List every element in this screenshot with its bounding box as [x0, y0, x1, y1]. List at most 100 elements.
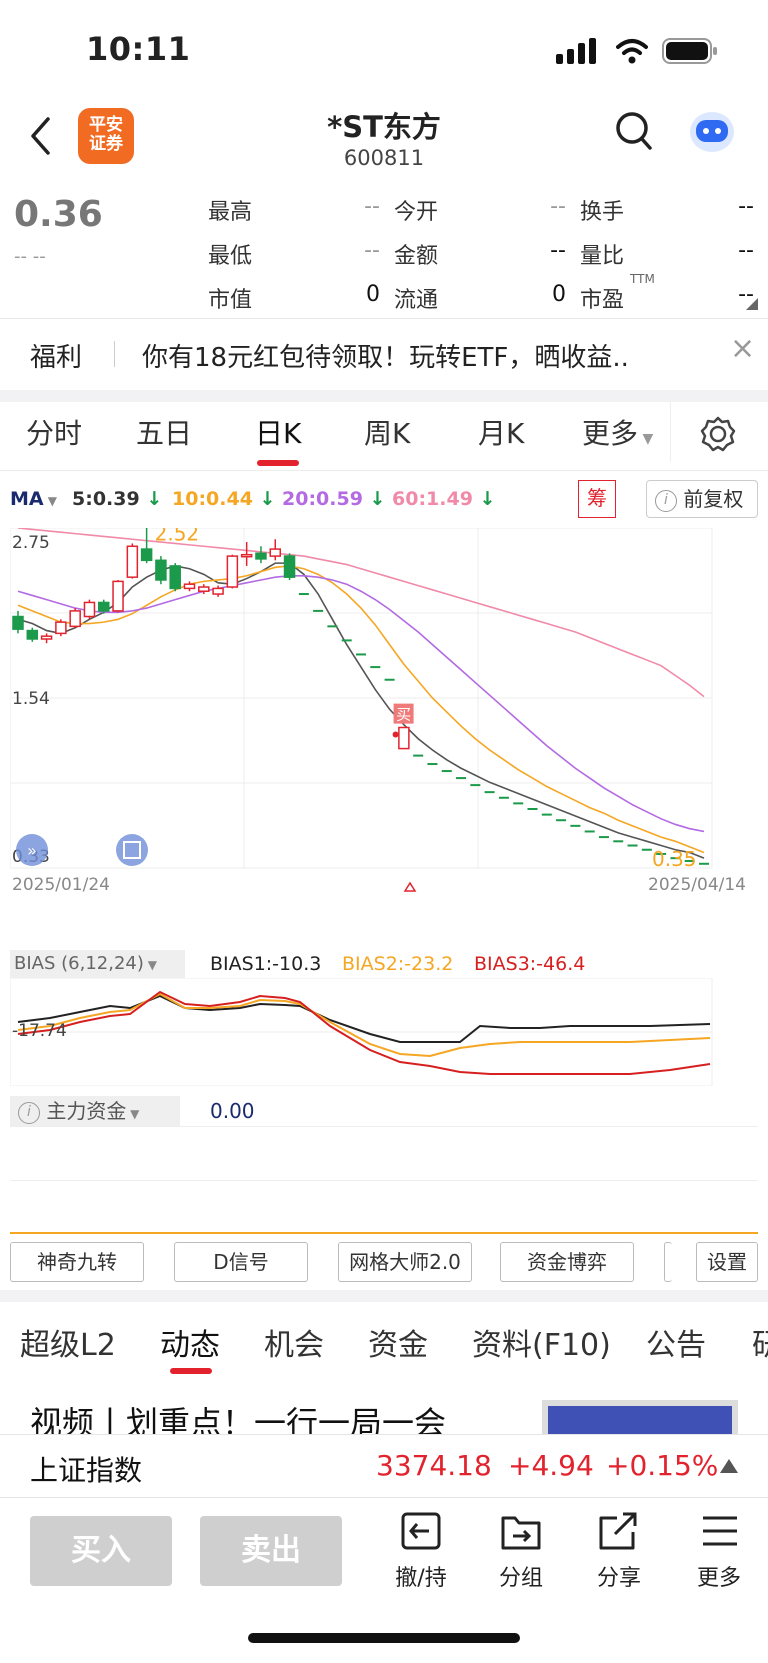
x-end-label: 2025/04/14 — [648, 875, 746, 895]
section-gap — [0, 1290, 768, 1302]
tab-monthly-k[interactable]: 月K — [478, 412, 524, 452]
bias-tick-label: -17.74 — [12, 1021, 67, 1041]
ma60-value: 60:1.49 ↓ — [392, 488, 496, 510]
bias-chart[interactable]: -17.74 — [10, 978, 758, 1086]
candle-body — [212, 587, 224, 595]
tab-more[interactable]: 更多 ▼ — [582, 412, 653, 452]
bias3-value: BIAS3:-46.4 — [474, 953, 586, 975]
dropdown-triangle-icon: ▼ — [126, 1107, 140, 1121]
robot-assistant-icon[interactable] — [688, 108, 736, 154]
status-time: 10:11 — [86, 30, 191, 68]
index-value: 3374.18 — [376, 1449, 492, 1482]
chip-distribution-button[interactable]: 筹 — [578, 480, 616, 518]
more-button[interactable]: 更多 — [684, 1512, 754, 1592]
wifi-icon — [616, 39, 648, 64]
battery-icon — [662, 38, 717, 64]
main-fund-selector[interactable]: i 主力资金 ▼ — [10, 1096, 180, 1126]
tab-five-day[interactable]: 五日 — [136, 412, 192, 452]
tab-daily-k[interactable]: 日K — [255, 412, 301, 452]
candle-body — [283, 555, 296, 578]
price-change: -- -- — [14, 246, 46, 267]
tool-magic-nine[interactable]: 神奇九转 — [10, 1242, 144, 1282]
home-indicator — [248, 1633, 520, 1643]
search-icon[interactable] — [614, 110, 654, 154]
tab-announcements[interactable]: 公告 — [646, 1320, 706, 1364]
ma-selector[interactable]: MA ▼ — [10, 488, 57, 510]
pe-ttm-sup: TTM — [630, 272, 655, 286]
menu-icon — [703, 1516, 737, 1546]
buy-button[interactable]: 买入 — [30, 1516, 172, 1586]
candle-body — [169, 565, 181, 590]
tool-settings[interactable]: 设置 — [696, 1242, 758, 1282]
high-price-label: 2.52 — [155, 528, 200, 546]
amount-value: -- — [550, 238, 566, 263]
tab-separator — [0, 470, 768, 471]
tab-intraday[interactable]: 分时 — [26, 412, 82, 452]
withdraw-hold-button[interactable]: 撤/持 — [386, 1512, 456, 1592]
tab-f10[interactable]: 资料(F10) — [472, 1320, 611, 1364]
signal-dot — [392, 731, 399, 738]
down-arrow-icon: ↓ — [252, 488, 276, 510]
bias-selector[interactable]: BIAS (6,12,24) ▼ — [10, 950, 185, 978]
down-arrow-icon: ↓ — [362, 488, 386, 510]
y-tick-label: 1.54 — [12, 689, 50, 709]
active-tab-indicator — [170, 1368, 212, 1374]
info-icon: i — [18, 1101, 40, 1124]
candle-body — [83, 601, 96, 618]
low-price-label: 0.35 — [652, 847, 697, 871]
expand-corner-icon[interactable] — [746, 298, 758, 310]
buy-marker-label: 买 — [396, 706, 411, 724]
grid-line — [10, 1180, 758, 1181]
grid-line — [10, 1126, 758, 1127]
bias2-value: BIAS2:-23.2 — [342, 953, 454, 975]
tab-opportunity[interactable]: 机会 — [264, 1320, 324, 1364]
candle-body — [226, 555, 239, 588]
main-fund-value: 0.00 — [210, 1099, 255, 1123]
banner-tag: 福利 — [30, 343, 83, 373]
down-arrow-icon: ↓ — [472, 488, 496, 510]
index-ticker[interactable]: 上证指数 3374.18 +4.94 +0.15% — [0, 1434, 768, 1498]
tab-research[interactable]: 研 — [752, 1320, 768, 1364]
banner-close-icon[interactable]: × — [730, 331, 755, 366]
group-button[interactable]: 分组 — [486, 1512, 556, 1592]
section-gap — [0, 390, 768, 402]
tool-fund-game[interactable]: 资金博弈 — [500, 1242, 634, 1282]
bias1-value: BIAS1:-10.3 — [210, 953, 322, 975]
tab-super-l2[interactable]: 超级L2 — [20, 1320, 116, 1364]
dropdown-triangle-icon: ▼ — [638, 431, 654, 447]
low-label: 最低 — [208, 244, 253, 269]
star-marker — [403, 881, 417, 892]
index-change: +4.94 — [508, 1449, 594, 1482]
candle-body — [155, 559, 167, 581]
float-cap-label: 流通 — [394, 288, 439, 313]
share-button[interactable]: 分享 — [584, 1512, 654, 1592]
settings-gear-icon[interactable] — [700, 416, 736, 452]
candle-body — [183, 583, 196, 590]
info-icon: i — [655, 489, 677, 512]
tool-d-signal[interactable]: D信号 — [174, 1242, 308, 1282]
bias1-line — [17, 994, 711, 1043]
x-start-label: 2025/01/24 — [12, 875, 110, 895]
sell-button[interactable]: 卖出 — [200, 1516, 342, 1586]
tab-weekly-k[interactable]: 周K — [364, 412, 410, 452]
candle-body — [98, 601, 110, 612]
tab-news-feed[interactable]: 动态 — [160, 1320, 220, 1364]
candle-body — [269, 548, 281, 557]
float-cap-value: 0 — [552, 282, 566, 307]
fullscreen-icon — [116, 834, 148, 866]
candlestick-chart[interactable]: 2.751.540.332025/01/242025/04/142.520.35… — [10, 528, 758, 948]
adjust-mode-button[interactable]: i 前复权 — [646, 480, 758, 518]
tab-funds[interactable]: 资金 — [368, 1320, 428, 1364]
bias3-line — [17, 990, 711, 1075]
banner-text: 你有18元红包待领取！玩转ETF，晒收益.. — [142, 343, 629, 373]
candle-body — [240, 553, 253, 558]
pe-label: 市盈 — [580, 288, 625, 313]
index-percent: +0.15% — [606, 1449, 719, 1482]
ma-line-ma20 — [17, 574, 705, 833]
tool-grid-master[interactable]: 网格大师2.0 — [338, 1242, 472, 1282]
candle-body — [112, 580, 124, 612]
promo-banner[interactable]: 福利 你有18元红包待领取！玩转ETF，晒收益.. × — [0, 318, 768, 390]
open-label: 今开 — [394, 200, 439, 225]
low-value: -- — [364, 238, 380, 263]
tool-partial[interactable] — [664, 1242, 672, 1282]
